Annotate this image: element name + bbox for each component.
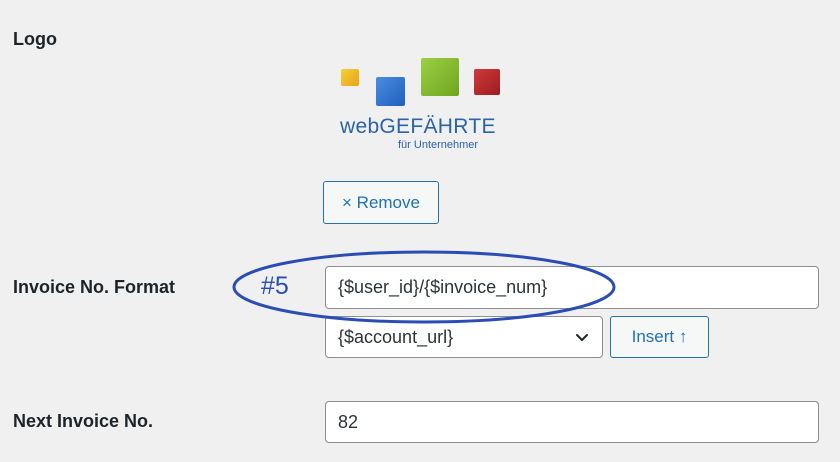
- logo-square-yellow: [341, 69, 359, 86]
- logo-square-blue: [376, 77, 405, 106]
- insert-placeholder-button[interactable]: Insert ↑: [610, 316, 709, 358]
- invoice-format-input[interactable]: [325, 266, 819, 309]
- logo-square-red: [474, 69, 500, 95]
- annotation-label: #5: [261, 272, 289, 300]
- next-invoice-label: Next Invoice No.: [13, 411, 154, 431]
- company-logo: webGEFÄHRTE für Unternehmer: [336, 55, 506, 155]
- chevron-down-icon: [576, 334, 588, 341]
- remove-logo-button[interactable]: × Remove: [323, 181, 439, 224]
- placeholder-select[interactable]: {$account_url}: [325, 316, 603, 358]
- logo-wordmark: webGEFÄHRTE: [340, 115, 496, 138]
- logo-square-green: [421, 58, 459, 96]
- logo-label: Logo: [13, 29, 57, 49]
- next-invoice-input[interactable]: [325, 401, 819, 443]
- placeholder-select-value: {$account_url}: [338, 326, 454, 347]
- logo-tagline: für Unternehmer: [398, 139, 479, 151]
- invoice-format-label: Invoice No. Format: [13, 277, 176, 297]
